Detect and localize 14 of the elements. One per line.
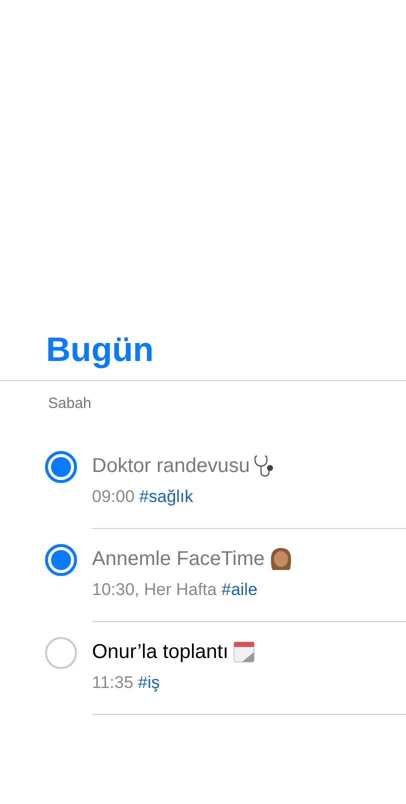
reminder-details: 11:35 #iş xyxy=(92,673,160,693)
completion-radio[interactable] xyxy=(45,451,77,483)
person-icon xyxy=(268,547,293,571)
page-title: Bugün xyxy=(46,330,154,370)
reminder-title: Doktor randevusu xyxy=(92,454,250,479)
section-header: Sabah xyxy=(48,394,92,414)
calendar-icon xyxy=(232,640,256,664)
completion-radio[interactable] xyxy=(45,637,77,669)
completion-radio[interactable] xyxy=(45,544,77,576)
reminder-details: 10:30, Her Hafta #aile xyxy=(92,580,258,600)
reminder-title: Annemle FaceTime xyxy=(92,547,265,572)
stethoscope-icon xyxy=(254,454,276,478)
reminder-details: 09:00 #sağlık xyxy=(92,487,194,507)
reminder-title: Onur’la toplantı xyxy=(92,640,228,665)
